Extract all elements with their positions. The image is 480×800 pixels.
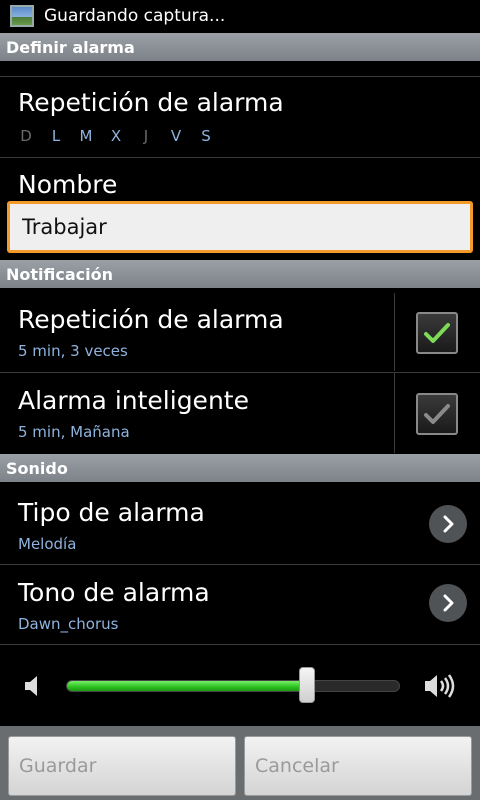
section-header-notification: Notificación [0, 260, 480, 288]
alarm-type-subtitle: Melodía [18, 535, 77, 553]
repeat-day-v: V [170, 127, 182, 145]
smart-alarm-checkbox[interactable] [416, 393, 458, 435]
vertical-separator [394, 293, 395, 371]
alarm-tone-title: Tono de alarma [18, 578, 210, 607]
section-header-sound: Sonido [0, 454, 480, 482]
chevron-right-icon[interactable] [429, 505, 467, 543]
snooze-title: Repetición de alarma [18, 305, 284, 334]
snooze-subtitle: 5 min, 3 veces [18, 342, 128, 360]
section-header-define: Definir alarma [0, 33, 480, 61]
repeat-day-j: J [143, 127, 149, 145]
alarm-tone-subtitle: Dawn_chorus [18, 615, 119, 633]
alarm-type-title: Tipo de alarma [18, 498, 205, 527]
repeat-day-d: D [20, 127, 32, 145]
repeat-day-l: L [51, 127, 61, 145]
repeat-day-s: S [201, 127, 211, 145]
divider [0, 76, 480, 77]
check-icon [424, 323, 450, 343]
divider [0, 157, 480, 158]
repeat-days: D LMX J V S [18, 127, 214, 145]
repeat-days-title: Repetición de alarma [18, 88, 284, 117]
alarm-name-input[interactable] [7, 201, 473, 253]
volume-slider-thumb[interactable] [299, 667, 316, 703]
volume-slider-fill [67, 681, 308, 691]
volume-high-icon [425, 674, 455, 698]
save-button[interactable]: Guardar [8, 736, 236, 796]
divider [0, 372, 480, 373]
status-bar: Guardando captura... [0, 0, 480, 32]
status-text: Guardando captura... [44, 6, 226, 26]
smart-alarm-subtitle: 5 min, Mañana [18, 423, 130, 441]
repeat-day-m: M [79, 127, 93, 145]
smart-alarm-title: Alarma inteligente [18, 386, 249, 415]
vertical-separator [394, 373, 395, 453]
snooze-checkbox[interactable] [416, 312, 458, 354]
repeat-day-x: X [110, 127, 122, 145]
volume-row [0, 645, 480, 725]
screenshot-icon [10, 5, 34, 27]
name-label: Nombre [18, 170, 118, 199]
cancel-button[interactable]: Cancelar [244, 736, 472, 796]
volume-low-icon [25, 676, 37, 696]
bottom-action-bar: Guardar Cancelar [0, 726, 480, 800]
check-icon [424, 404, 450, 424]
divider [0, 564, 480, 565]
chevron-right-icon[interactable] [429, 584, 467, 622]
volume-slider[interactable] [66, 667, 400, 703]
